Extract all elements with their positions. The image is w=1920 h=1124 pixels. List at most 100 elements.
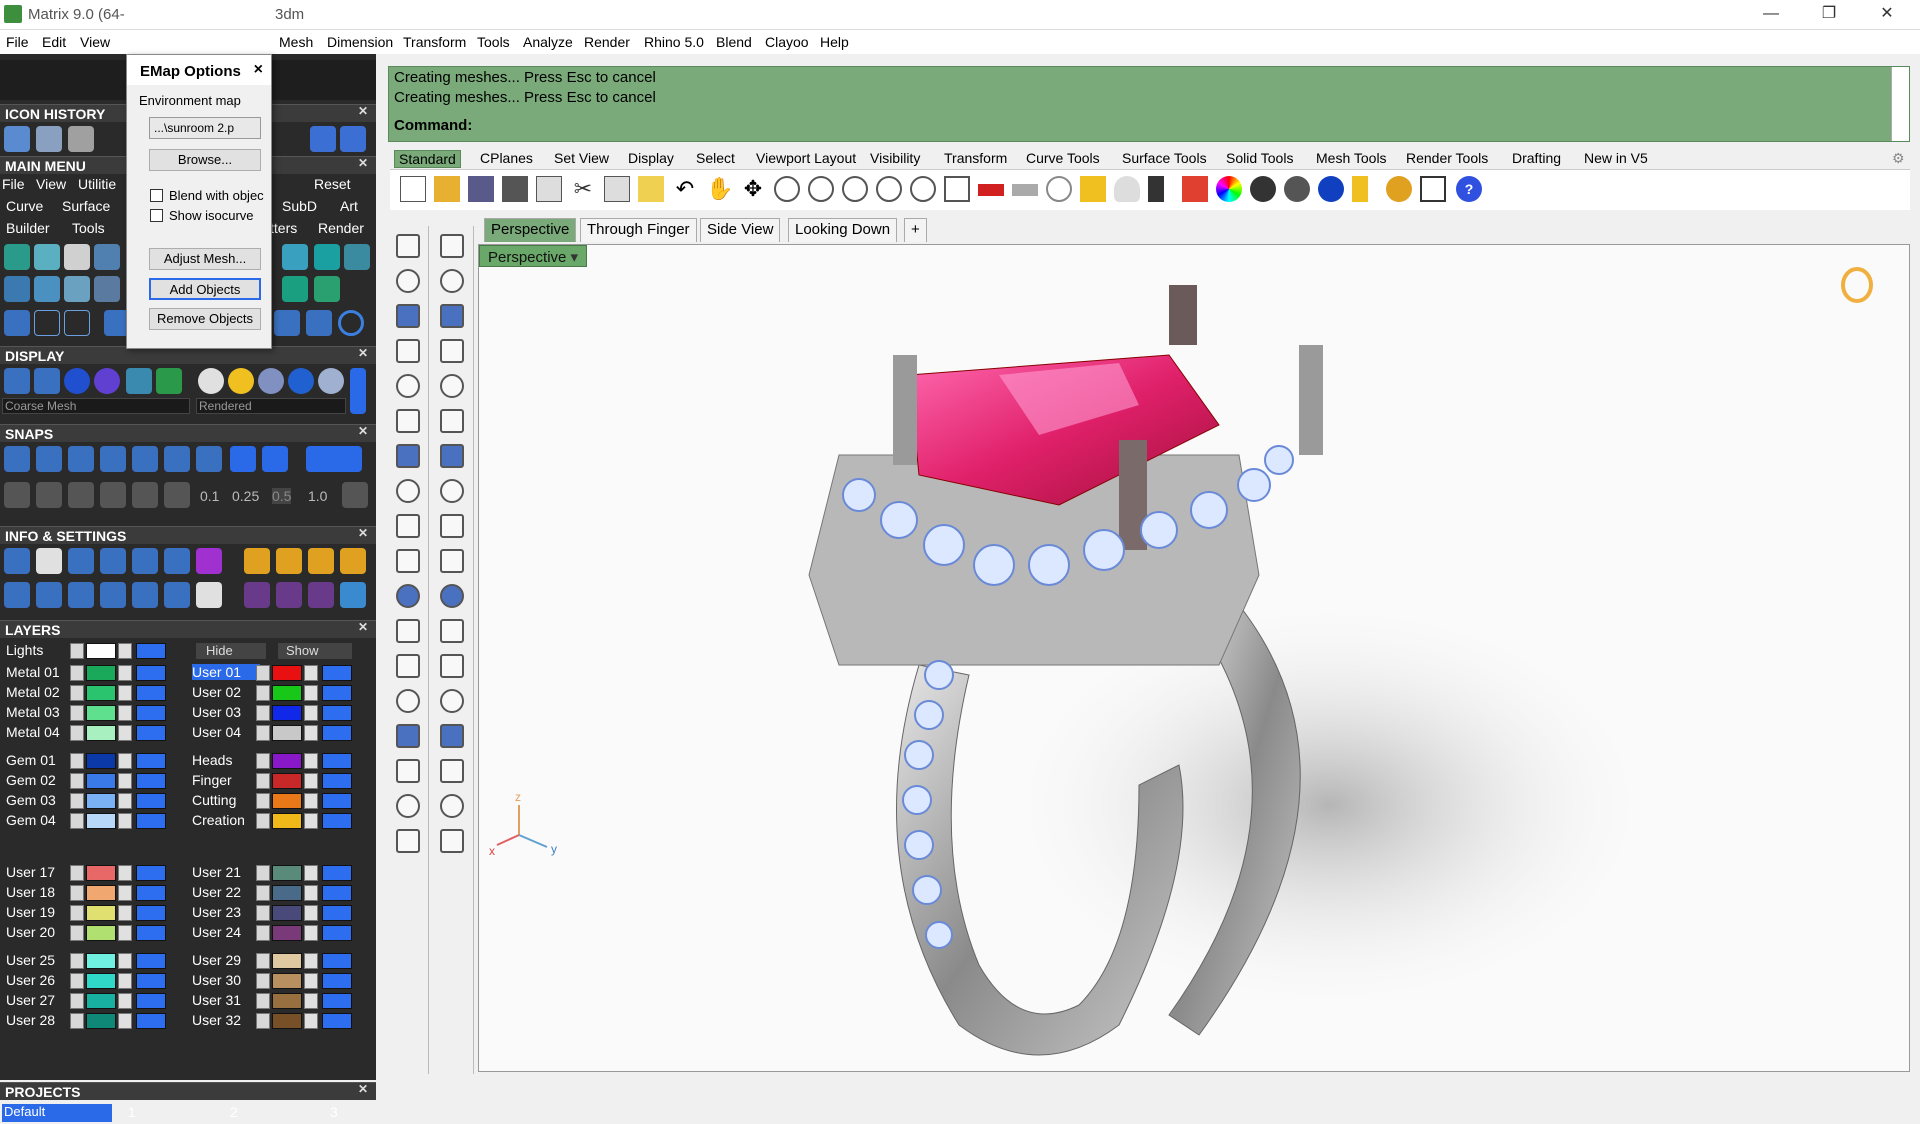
layer-visibility[interactable] bbox=[136, 643, 166, 659]
layer-expand-arrow[interactable] bbox=[70, 643, 84, 659]
layer-lock[interactable] bbox=[304, 753, 318, 769]
vp-tab-through-finger[interactable]: Through Finger bbox=[580, 218, 697, 242]
layer-visibility[interactable] bbox=[322, 705, 352, 721]
layer-color[interactable] bbox=[86, 925, 116, 941]
layer-lock[interactable] bbox=[304, 705, 318, 721]
menu-render[interactable]: Render bbox=[584, 34, 630, 50]
layer-color[interactable] bbox=[272, 865, 302, 881]
explode-icon[interactable] bbox=[396, 514, 420, 538]
menu-help[interactable]: Help bbox=[820, 34, 849, 50]
move-view-icon[interactable]: ✥ bbox=[740, 176, 766, 202]
layer-visibility[interactable] bbox=[322, 685, 352, 701]
sphere-icon[interactable] bbox=[282, 276, 308, 302]
close-icon[interactable]: ✕ bbox=[358, 1083, 371, 1096]
car-wire-icon[interactable] bbox=[1012, 184, 1038, 196]
vp-tab-side-view[interactable]: Side View bbox=[700, 218, 781, 242]
layer-color[interactable] bbox=[86, 973, 116, 989]
template-icon[interactable] bbox=[340, 548, 366, 574]
menu-tools[interactable]: Tools bbox=[477, 34, 510, 50]
cloud-icon[interactable] bbox=[344, 244, 370, 270]
render-sphere-icon[interactable] bbox=[1284, 176, 1310, 202]
shade-sphere-icon[interactable] bbox=[1250, 176, 1276, 202]
new-file-icon[interactable] bbox=[400, 176, 426, 202]
orient-icon[interactable] bbox=[440, 689, 464, 713]
project-num-2[interactable]: 2 bbox=[230, 1104, 238, 1120]
mirror-icon[interactable] bbox=[274, 310, 300, 336]
layer-visibility[interactable] bbox=[136, 973, 166, 989]
layer-expand-arrow[interactable] bbox=[256, 753, 270, 769]
layer-name[interactable]: Metal 03 bbox=[6, 704, 74, 720]
layer-name[interactable]: Metal 01 bbox=[6, 664, 74, 680]
layer-color[interactable] bbox=[86, 753, 116, 769]
layer-lock[interactable] bbox=[304, 813, 318, 829]
layer-lock[interactable] bbox=[304, 885, 318, 901]
plane-icon[interactable] bbox=[36, 482, 62, 508]
layer-name[interactable]: Metal 04 bbox=[6, 724, 74, 740]
layer-visibility[interactable] bbox=[136, 1013, 166, 1029]
layer-color[interactable] bbox=[86, 705, 116, 721]
layer-name[interactable]: Finger bbox=[192, 772, 260, 788]
boolean-icon[interactable] bbox=[440, 444, 464, 468]
layer-expand-arrow[interactable] bbox=[256, 665, 270, 681]
mm-atters[interactable]: tters bbox=[270, 220, 297, 236]
select-arrow-icon[interactable] bbox=[396, 234, 420, 258]
project-num-3[interactable]: 3 bbox=[330, 1104, 338, 1120]
zoom-icon[interactable] bbox=[774, 176, 800, 202]
layer-lock[interactable] bbox=[118, 773, 132, 789]
layer-color[interactable] bbox=[272, 725, 302, 741]
ortho-toggle[interactable] bbox=[306, 446, 362, 472]
circle-tool-icon[interactable] bbox=[396, 304, 420, 328]
layer-lock[interactable] bbox=[118, 905, 132, 921]
layer-expand-arrow[interactable] bbox=[70, 953, 84, 969]
search-icon[interactable] bbox=[36, 548, 62, 574]
layer-lock[interactable] bbox=[118, 813, 132, 829]
layer-name[interactable]: User 19 bbox=[6, 904, 74, 920]
layer-expand-arrow[interactable] bbox=[70, 973, 84, 989]
pan-hand-icon[interactable]: ✋ bbox=[706, 176, 733, 202]
layer-expand-arrow[interactable] bbox=[70, 905, 84, 921]
help-icon[interactable]: ? bbox=[1456, 176, 1482, 202]
end-snap-icon[interactable] bbox=[4, 446, 30, 472]
select-filter-icon[interactable] bbox=[164, 582, 190, 608]
browse-button[interactable]: Browse... bbox=[149, 149, 261, 171]
layer-lock[interactable] bbox=[118, 725, 132, 741]
layer-expand-arrow[interactable] bbox=[70, 865, 84, 881]
layer-name[interactable]: User 02 bbox=[192, 684, 260, 700]
adjust-mesh-button[interactable]: Adjust Mesh... bbox=[149, 248, 261, 270]
close-icon[interactable]: ✕ bbox=[358, 347, 371, 360]
layer-visibility[interactable] bbox=[322, 753, 352, 769]
restore-button[interactable]: ❐ bbox=[1800, 0, 1858, 30]
layer-expand-arrow[interactable] bbox=[256, 793, 270, 809]
viewport-layout-icon[interactable] bbox=[4, 582, 30, 608]
layer-visibility[interactable] bbox=[136, 665, 166, 681]
light-icon[interactable] bbox=[1352, 176, 1368, 202]
layer-color[interactable] bbox=[272, 813, 302, 829]
scale-tool-icon[interactable] bbox=[440, 654, 464, 678]
layer-lock[interactable] bbox=[304, 905, 318, 921]
close-button[interactable]: ✕ bbox=[1858, 0, 1916, 30]
tool-icon[interactable] bbox=[68, 126, 94, 152]
group-icon[interactable] bbox=[440, 584, 464, 608]
revolve-icon[interactable] bbox=[440, 409, 464, 433]
layer-expand-arrow[interactable] bbox=[256, 725, 270, 741]
polyline-icon[interactable] bbox=[396, 269, 420, 293]
shaded-icon[interactable] bbox=[64, 368, 90, 394]
smart-track-icon[interactable] bbox=[100, 482, 126, 508]
layer-name[interactable]: User 30 bbox=[192, 972, 260, 988]
material-icon[interactable] bbox=[196, 548, 222, 574]
layer-expand-arrow[interactable] bbox=[70, 705, 84, 721]
close-icon[interactable]: ✕ bbox=[358, 527, 371, 540]
layer-lock[interactable] bbox=[118, 973, 132, 989]
tab-surface-tools[interactable]: Surface Tools bbox=[1118, 150, 1211, 166]
layer-lock[interactable] bbox=[118, 865, 132, 881]
import-icon[interactable] bbox=[536, 176, 562, 202]
layer-name[interactable]: Gem 03 bbox=[6, 792, 74, 808]
image-icon[interactable] bbox=[282, 244, 308, 270]
add-objects-button[interactable]: Add Objects bbox=[149, 278, 261, 300]
display-mode-select[interactable]: Rendered bbox=[196, 398, 346, 414]
layer-lock[interactable] bbox=[118, 685, 132, 701]
layer-color[interactable] bbox=[86, 773, 116, 789]
layer-color[interactable] bbox=[86, 953, 116, 969]
near-snap-icon[interactable] bbox=[36, 446, 62, 472]
layer-lock[interactable] bbox=[118, 885, 132, 901]
